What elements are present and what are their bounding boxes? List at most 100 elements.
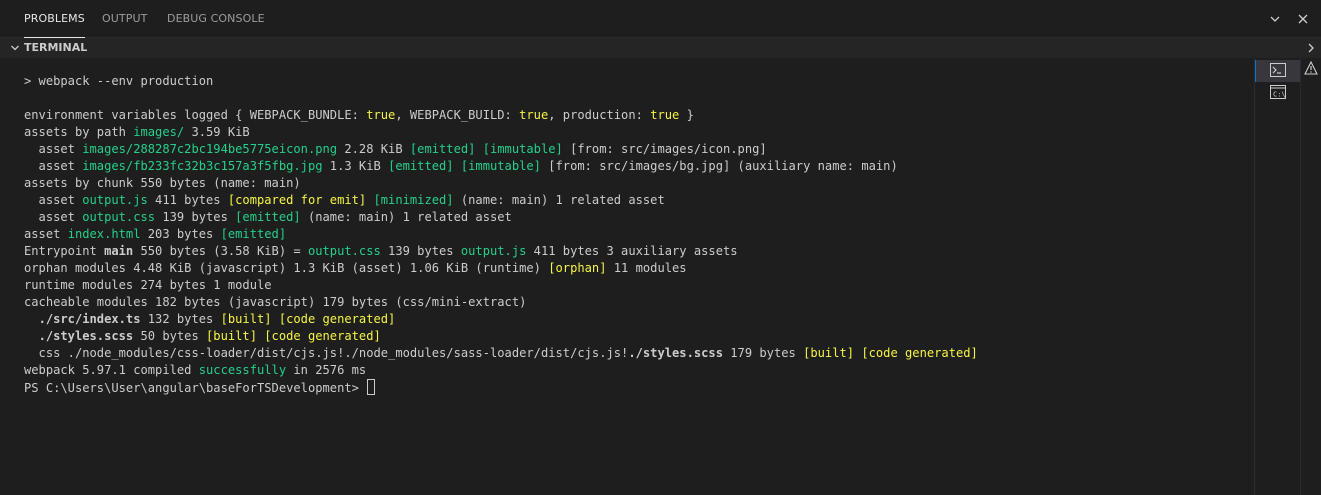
terminal-output[interactable]: > webpack --env production environment va… xyxy=(0,58,1254,495)
terminal-text: (name: main) 1 related asset xyxy=(300,210,512,224)
tab-problems[interactable]: PROBLEMS xyxy=(24,0,85,38)
terminal-line: PS C:\Users\User\angular\baseForTSDevelo… xyxy=(24,379,978,396)
terminal-text: [code generated] xyxy=(278,312,396,326)
terminal-text: true xyxy=(366,108,396,122)
cmd-icon: C:\ xyxy=(1269,84,1286,103)
terminal-list: C:\ xyxy=(1254,58,1300,495)
tab-debug-console[interactable]: DEBUG CONSOLE xyxy=(167,0,265,38)
terminal-text: ./styles.scss xyxy=(628,346,723,360)
terminal-text: [immutable] xyxy=(460,159,541,173)
terminal-text: > webpack --env production xyxy=(24,74,214,88)
panel-tabbar: PROBLEMS OUTPUT DEBUG CONSOLE xyxy=(0,0,1321,38)
terminal-text: output.js xyxy=(82,193,148,207)
terminal-text: 411 bytes 3 auxiliary assets xyxy=(526,244,738,258)
terminal-text: css ./node_modules/css-loader/dist/cjs.j… xyxy=(24,346,629,360)
terminal-text: 139 bytes xyxy=(380,244,461,258)
terminal-text: [code generated] xyxy=(861,346,978,360)
terminal-text: [immutable] xyxy=(482,142,563,156)
terminal-cursor xyxy=(367,379,376,395)
terminal-text: images/fb233fc32b3c157a3f5fbg.jpg xyxy=(82,159,323,173)
terminal-text: images/ xyxy=(133,125,185,139)
terminal-text: ./styles.scss xyxy=(38,329,134,343)
terminal-text: 203 bytes xyxy=(140,227,221,241)
terminal-text: [emitted] xyxy=(220,227,287,241)
terminal-text: [emitted] xyxy=(409,142,476,156)
chevron-right-icon[interactable] xyxy=(1305,41,1317,55)
terminal-line: ./src/index.ts 132 bytes [built] [code g… xyxy=(24,311,978,328)
terminal-text: [emitted] xyxy=(235,210,301,224)
terminal-line: asset output.css 139 bytes [emitted] (na… xyxy=(24,209,978,226)
terminal-line: runtime modules 274 bytes 1 module xyxy=(24,277,978,294)
terminal-text: Entrypoint xyxy=(24,244,105,258)
right-edge-strip xyxy=(1300,58,1321,495)
terminal-text: orphan modules 4.48 KiB (javascript) 1.3… xyxy=(24,261,549,275)
terminal-text: 2.28 KiB xyxy=(337,142,410,156)
terminal-line: Entrypoint main 550 bytes (3.58 KiB) = o… xyxy=(24,243,978,260)
terminal-text: 139 bytes xyxy=(155,210,236,224)
svg-text:C:\: C:\ xyxy=(1273,90,1286,98)
terminal-text: images/288287c2bc194be5775eicon.png xyxy=(82,142,338,156)
terminal-line: assets by path images/ 3.59 KiB xyxy=(24,124,978,141)
terminal-text: 3.59 KiB xyxy=(184,125,250,139)
terminal-text: asset xyxy=(24,210,83,224)
terminal-icon xyxy=(1270,62,1286,81)
terminal-line: asset output.js 411 bytes [compared for … xyxy=(24,192,978,209)
terminal-text: asset xyxy=(24,227,68,241)
terminal-line: > webpack --env production xyxy=(24,73,978,90)
terminal-text: [orphan] xyxy=(548,261,607,275)
terminal-text: [built] xyxy=(803,346,855,360)
warning-icon[interactable] xyxy=(1304,61,1318,75)
terminal-text: 550 bytes (3.58 KiB) = xyxy=(133,244,308,258)
terminal-text: asset xyxy=(24,193,83,207)
close-icon[interactable] xyxy=(1295,11,1311,27)
terminal-text: runtime modules 274 bytes 1 module xyxy=(24,278,272,292)
terminal-text: [minimized] xyxy=(373,193,454,207)
terminal-text: cacheable modules 182 bytes (javascript)… xyxy=(24,295,527,309)
terminal-text: 50 bytes xyxy=(133,329,207,343)
chevron-down-icon[interactable] xyxy=(8,41,22,55)
terminal-text: asset xyxy=(24,159,83,173)
terminal-text: webpack 5.97.1 compiled xyxy=(24,363,199,377)
terminal-line: webpack 5.97.1 compiled successfully in … xyxy=(24,362,978,379)
terminal-text: [built] xyxy=(220,312,272,326)
terminal-line: asset images/288287c2bc194be5775eicon.pn… xyxy=(24,141,978,158)
terminal-text: , WEBPACK_BUILD: xyxy=(395,108,520,122)
terminal-text: assets by chunk 550 bytes (name: main) xyxy=(24,176,301,190)
terminal-line: ./styles.scss 50 bytes [built] [code gen… xyxy=(24,328,978,345)
terminal-text: [code generated] xyxy=(264,329,381,343)
terminal-text: output.css xyxy=(307,244,381,258)
terminal-text: asset xyxy=(24,142,83,156)
tab-output[interactable]: OUTPUT xyxy=(102,0,147,38)
terminal-text: 411 bytes xyxy=(147,193,228,207)
terminal-section-header[interactable]: TERMINAL xyxy=(0,38,1321,58)
terminal-text: [built] xyxy=(206,329,257,343)
terminal-text: 132 bytes xyxy=(140,312,221,326)
terminal-text: [emitted] xyxy=(388,159,454,173)
terminal-line: asset index.html 203 bytes [emitted] xyxy=(24,226,978,243)
terminal-text: in 2576 ms xyxy=(286,363,367,377)
terminal-text: [from: src/images/icon.png] xyxy=(562,142,767,156)
terminal-section-title: TERMINAL xyxy=(24,41,88,54)
terminal-instance-cmd[interactable]: C:\ xyxy=(1255,82,1300,104)
terminal-text: output.js xyxy=(460,244,527,258)
terminal-text: output.css xyxy=(82,210,156,224)
terminal-text: ./src/index.ts xyxy=(38,312,141,326)
chevron-down-icon[interactable] xyxy=(1267,11,1283,27)
terminal-line: cacheable modules 182 bytes (javascript)… xyxy=(24,294,978,311)
terminal-text: PS C:\Users\User\angular\baseForTSDevelo… xyxy=(24,381,367,395)
terminal-text: [compared for emit] xyxy=(227,193,367,207)
terminal-line: asset images/fb233fc32b3c157a3f5fbg.jpg … xyxy=(24,158,978,175)
panel-actions xyxy=(1267,0,1311,38)
terminal-instance-powershell[interactable] xyxy=(1255,60,1300,82)
terminal-text: [from: src/images/bg.jpg] (auxiliary nam… xyxy=(540,159,898,173)
terminal-lines: > webpack --env production environment va… xyxy=(24,73,978,396)
terminal-text: environment variables logged { WEBPACK_B… xyxy=(24,108,367,122)
terminal-text: main xyxy=(104,244,134,258)
terminal-text: successfully xyxy=(198,363,287,377)
terminal-text: true xyxy=(519,108,549,122)
terminal-line: css ./node_modules/css-loader/dist/cjs.j… xyxy=(24,345,978,362)
